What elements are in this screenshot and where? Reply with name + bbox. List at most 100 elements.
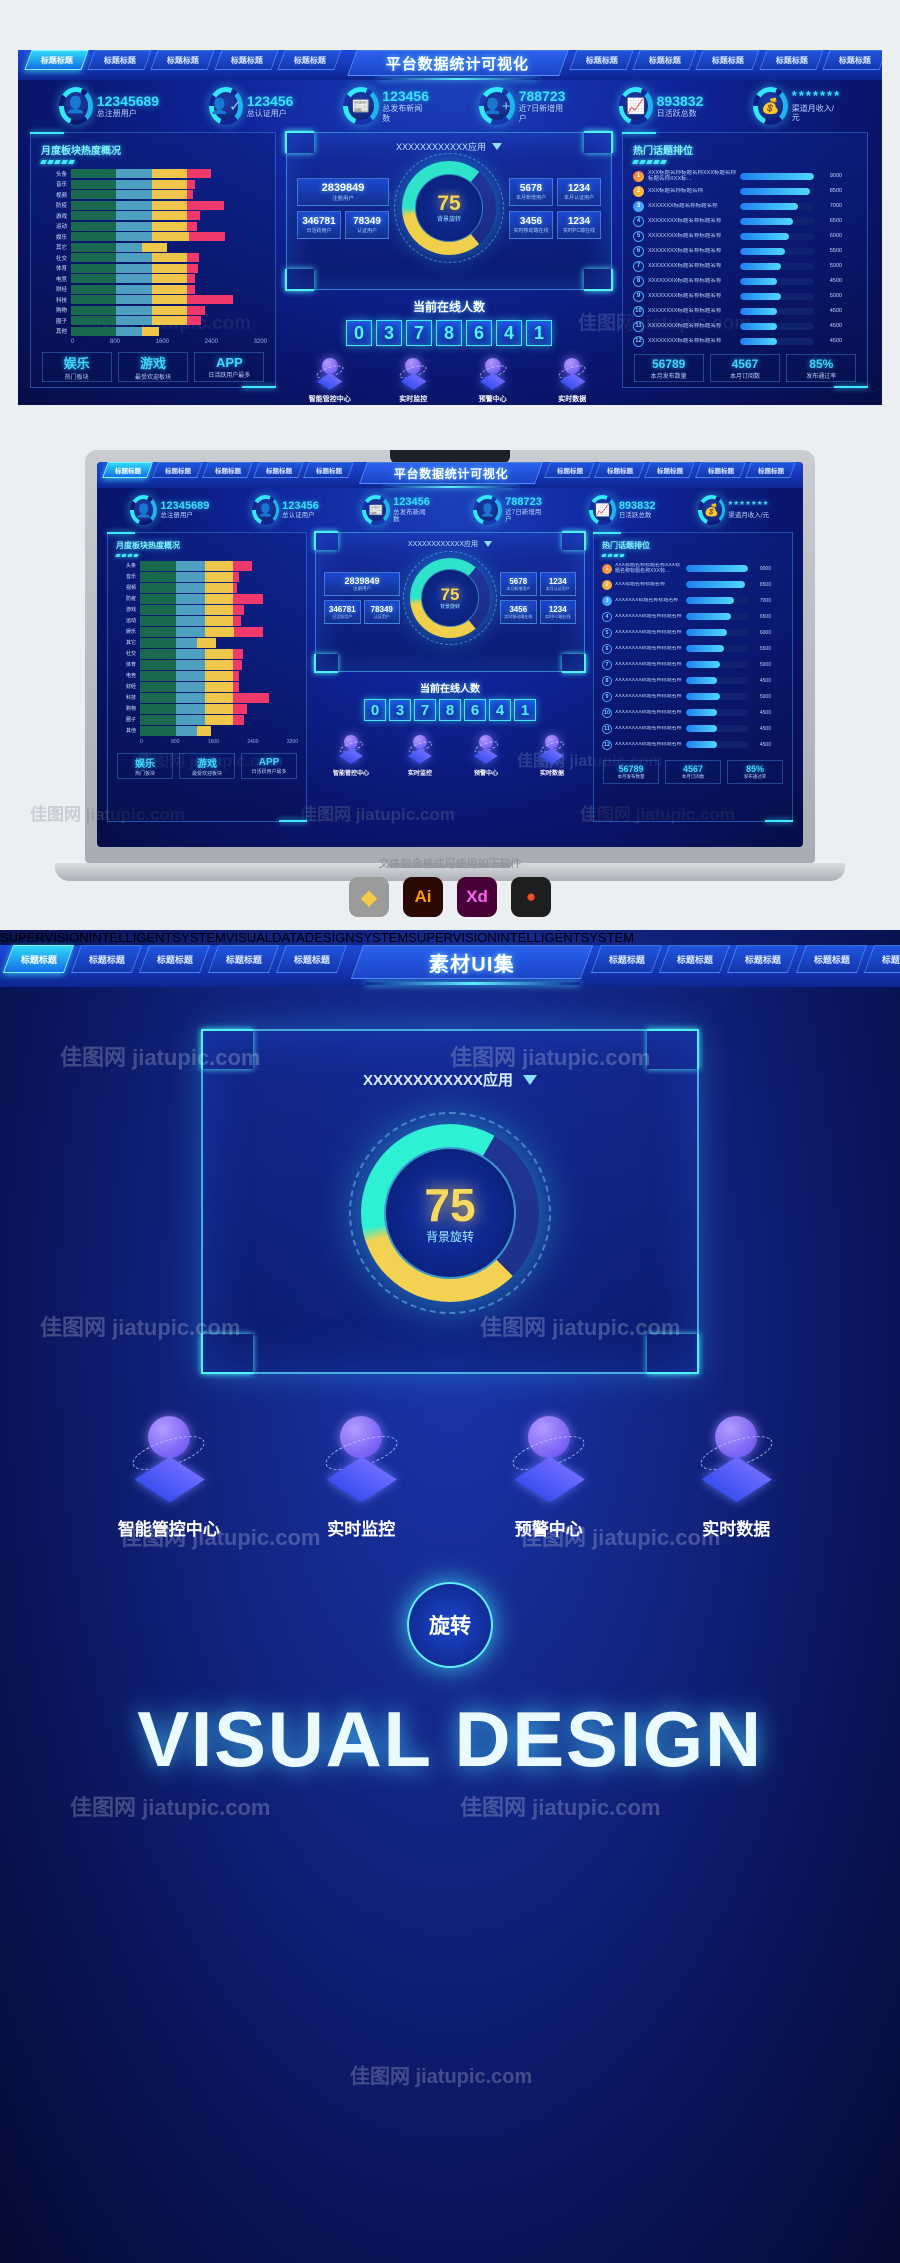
- list-item[interactable]: 9 XXXXXXXX标题名称标题名称 5000: [602, 689, 784, 704]
- header-tabs-left: 标题标题 标题标题 标题标题 标题标题 标题标题: [24, 50, 343, 70]
- tab-left-2[interactable]: 标题标题: [202, 462, 254, 478]
- bar-segment: [141, 326, 160, 336]
- kpi-card-5[interactable]: 💰 ******* 渠道月收入/元: [698, 495, 769, 525]
- quick-entry-item[interactable]: 预警中心: [471, 735, 501, 777]
- quick-entry-item[interactable]: 实时监控: [405, 735, 435, 777]
- tab-right-0[interactable]: 标题标题: [590, 945, 663, 973]
- tab-left-3[interactable]: 标题标题: [252, 462, 304, 478]
- tab-left-3[interactable]: 标题标题: [214, 50, 279, 70]
- rank-title: XXXXXXX标题名称标题名称: [615, 597, 679, 603]
- kpi-card-1[interactable]: 👤 123456 总认证用户: [252, 495, 319, 525]
- tab-right-1[interactable]: 标题标题: [594, 462, 646, 478]
- tab-right-0[interactable]: 标题标题: [544, 462, 596, 478]
- tab-right-4[interactable]: 标题标题: [863, 945, 900, 973]
- bar-segment: [140, 726, 177, 736]
- tab-left-1[interactable]: 标题标题: [71, 945, 143, 973]
- kpi-card-1[interactable]: 👤✓ 123456 总认证用户: [208, 87, 293, 125]
- tab-right-1[interactable]: 标题标题: [632, 50, 697, 70]
- list-item[interactable]: 3 XXXXXXX标题名称标题名称 7000: [602, 593, 784, 608]
- list-item[interactable]: 9 XXXXXXXX标题名称标题名称 5000: [633, 289, 857, 303]
- quick-entry-item[interactable]: 实时数据: [555, 358, 589, 404]
- list-item[interactable]: 6 XXXXXXXX标题名称标题名称 5500: [602, 641, 784, 656]
- quick-entry-item[interactable]: 智能管控中心: [309, 358, 351, 404]
- tab-left-0[interactable]: 标题标题: [2, 945, 75, 973]
- list-item[interactable]: 2 XXX标题名称标题名称 8500: [602, 577, 784, 592]
- tab-left-2[interactable]: 标题标题: [150, 50, 216, 70]
- bar-segment: [116, 190, 152, 199]
- watermark: 佳图网 jiatupic.com: [350, 2066, 533, 2088]
- tab-right-3[interactable]: 标题标题: [694, 462, 746, 478]
- hero-app-select[interactable]: XXXXXXXXXXXX应用: [223, 1069, 677, 1090]
- bar-category-label: 电竞: [125, 673, 136, 680]
- tab-left-2[interactable]: 标题标题: [139, 945, 211, 973]
- tab-left-4[interactable]: 标题标题: [277, 50, 342, 70]
- list-item[interactable]: 8 XXXXXXXX标题名称标题名称 4500: [633, 274, 857, 288]
- kpi-card-2[interactable]: 📰 123456 总发布新闻数: [361, 495, 431, 525]
- app-select[interactable]: XXXXXXXXXXXX应用: [324, 538, 576, 550]
- footer-stat-label: 最受欢迎板块: [191, 770, 222, 777]
- kpi-card-4[interactable]: 📈 893832 日活跃总数: [588, 495, 656, 525]
- quick-entry-item[interactable]: 预警中心: [476, 358, 510, 404]
- tab-right-2[interactable]: 标题标题: [695, 50, 761, 70]
- tab-left-0[interactable]: 标题标题: [102, 462, 154, 478]
- bar-segment: [71, 316, 117, 325]
- left-footer-stats: 娱乐 热门板块 游戏 最受欢迎板块 APP 日活跃用户最多: [116, 752, 298, 779]
- list-item[interactable]: 7 XXXXXXXX标题名称标题名称 5000: [633, 259, 857, 273]
- tab-left-4[interactable]: 标题标题: [275, 945, 348, 973]
- list-item[interactable]: 11 XXXXXXXX标题名称标题名称 4500: [633, 319, 857, 333]
- tab-left-3[interactable]: 标题标题: [207, 945, 279, 973]
- tab-left-1[interactable]: 标题标题: [152, 462, 204, 478]
- watermark: 佳图网 jiatupic.com: [70, 1795, 271, 1820]
- bar-segment: [233, 605, 244, 615]
- list-item[interactable]: 10 XXXXXXXX标题名称标题名称 4500: [633, 304, 857, 318]
- kpi-card-3[interactable]: 👤 788723 近7日新增用户: [473, 495, 546, 525]
- list-item[interactable]: 3 XXXXXXX标题名称标题名称 7000: [633, 199, 857, 213]
- list-item[interactable]: 2 XXX标题名称标题名称 8500: [633, 184, 857, 198]
- list-item[interactable]: 7 XXXXXXXX标题名称标题名称 5000: [602, 657, 784, 672]
- kpi-card-0[interactable]: 👤 12345689 总注册用户: [130, 495, 209, 525]
- tab-left-1[interactable]: 标题标题: [87, 50, 152, 70]
- quick-entry-item[interactable]: 实时数据: [537, 735, 567, 777]
- axis-tick: 1600: [155, 338, 169, 345]
- kpi-card-5[interactable]: 💰 ******* 渠道月收入/元: [752, 87, 841, 125]
- list-item[interactable]: 11 XXXXXXXX标题名称标题名称 4500: [602, 721, 784, 736]
- list-item[interactable]: 12 XXXXXXXX标题名称标题名称 4500: [602, 737, 784, 752]
- rank-value: 4500: [829, 308, 842, 314]
- quick-entry-item[interactable]: 实时监控: [315, 1416, 407, 1540]
- illustrator-icon: Ai: [403, 877, 443, 917]
- kpi-card-2[interactable]: 📰 123456 总发布新闻数: [343, 87, 429, 125]
- kpi-card-4[interactable]: 📈 893832 日活跃总数: [618, 87, 703, 125]
- list-item[interactable]: 4 XXXXXXXX标题名称标题名称 6500: [633, 214, 857, 228]
- list-item[interactable]: 8 XXXXXXXX标题名称标题名称 4500: [602, 673, 784, 688]
- tab-right-1[interactable]: 标题标题: [659, 945, 731, 973]
- tab-right-0[interactable]: 标题标题: [569, 50, 634, 70]
- tab-right-4[interactable]: 标题标题: [744, 462, 796, 478]
- tab-right-3[interactable]: 标题标题: [759, 50, 824, 70]
- list-item[interactable]: 6 XXXXXXXX标题名称标题名称 5500: [633, 244, 857, 258]
- quick-entry-item[interactable]: 智能管控中心: [333, 735, 369, 777]
- rotate-badge[interactable]: 旋转: [407, 1582, 493, 1669]
- app-select[interactable]: XXXXXXXXXXXX应用: [297, 139, 601, 153]
- list-item[interactable]: 5 XXXXXXXX标题名称标题名称 6000: [602, 625, 784, 640]
- list-item[interactable]: 5 XXXXXXXX标题名称标题名称 6000: [633, 229, 857, 243]
- bar-segment: [116, 169, 152, 178]
- list-item[interactable]: 1 XXX标题名称标题名称XXX标题名称标题名称XXX标… 9000: [633, 169, 857, 183]
- quick-entry-item[interactable]: 实时数据: [690, 1416, 782, 1540]
- kpi-card-3[interactable]: 👤+ 788723 近7日新增用户: [478, 87, 569, 125]
- tab-left-4[interactable]: 标题标题: [302, 462, 354, 478]
- quick-entry-item[interactable]: 预警中心: [503, 1416, 595, 1540]
- quick-entry-item[interactable]: 智能管控中心: [118, 1416, 220, 1540]
- list-item[interactable]: 12 XXXXXXXX标题名称标题名称 4500: [633, 334, 857, 348]
- glyph: 👤: [258, 503, 274, 517]
- tab-right-2[interactable]: 标题标题: [727, 945, 799, 973]
- tab-right-4[interactable]: 标题标题: [822, 50, 882, 70]
- tab-right-3[interactable]: 标题标题: [795, 945, 867, 973]
- list-item[interactable]: 10 XXXXXXXX标题名称标题名称 4500: [602, 705, 784, 720]
- list-item[interactable]: 1 XXX标题名称标题名称XXX标题名称标题名称XXX标… 9000: [602, 561, 784, 576]
- tab-right-2[interactable]: 标题标题: [644, 462, 696, 478]
- rank-bar-fill: [686, 565, 748, 572]
- quick-entry-item[interactable]: 实时监控: [396, 358, 430, 404]
- list-item[interactable]: 4 XXXXXXXX标题名称标题名称 6500: [602, 609, 784, 624]
- kpi-card-0[interactable]: 👤 12345689 总注册用户: [58, 87, 159, 125]
- tab-left-0[interactable]: 标题标题: [24, 50, 89, 70]
